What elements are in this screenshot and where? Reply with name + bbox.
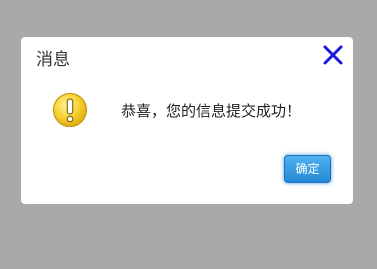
warning-icon	[52, 92, 88, 128]
close-icon	[323, 45, 343, 65]
message-dialog: 消息 恭喜，您的信息提交成功！ 确定	[21, 37, 353, 204]
dialog-title: 消息	[36, 50, 70, 70]
close-button[interactable]	[322, 44, 344, 66]
dialog-message: 恭喜，您的信息提交成功！	[121, 102, 302, 120]
confirm-button[interactable]: 确定	[284, 155, 331, 183]
